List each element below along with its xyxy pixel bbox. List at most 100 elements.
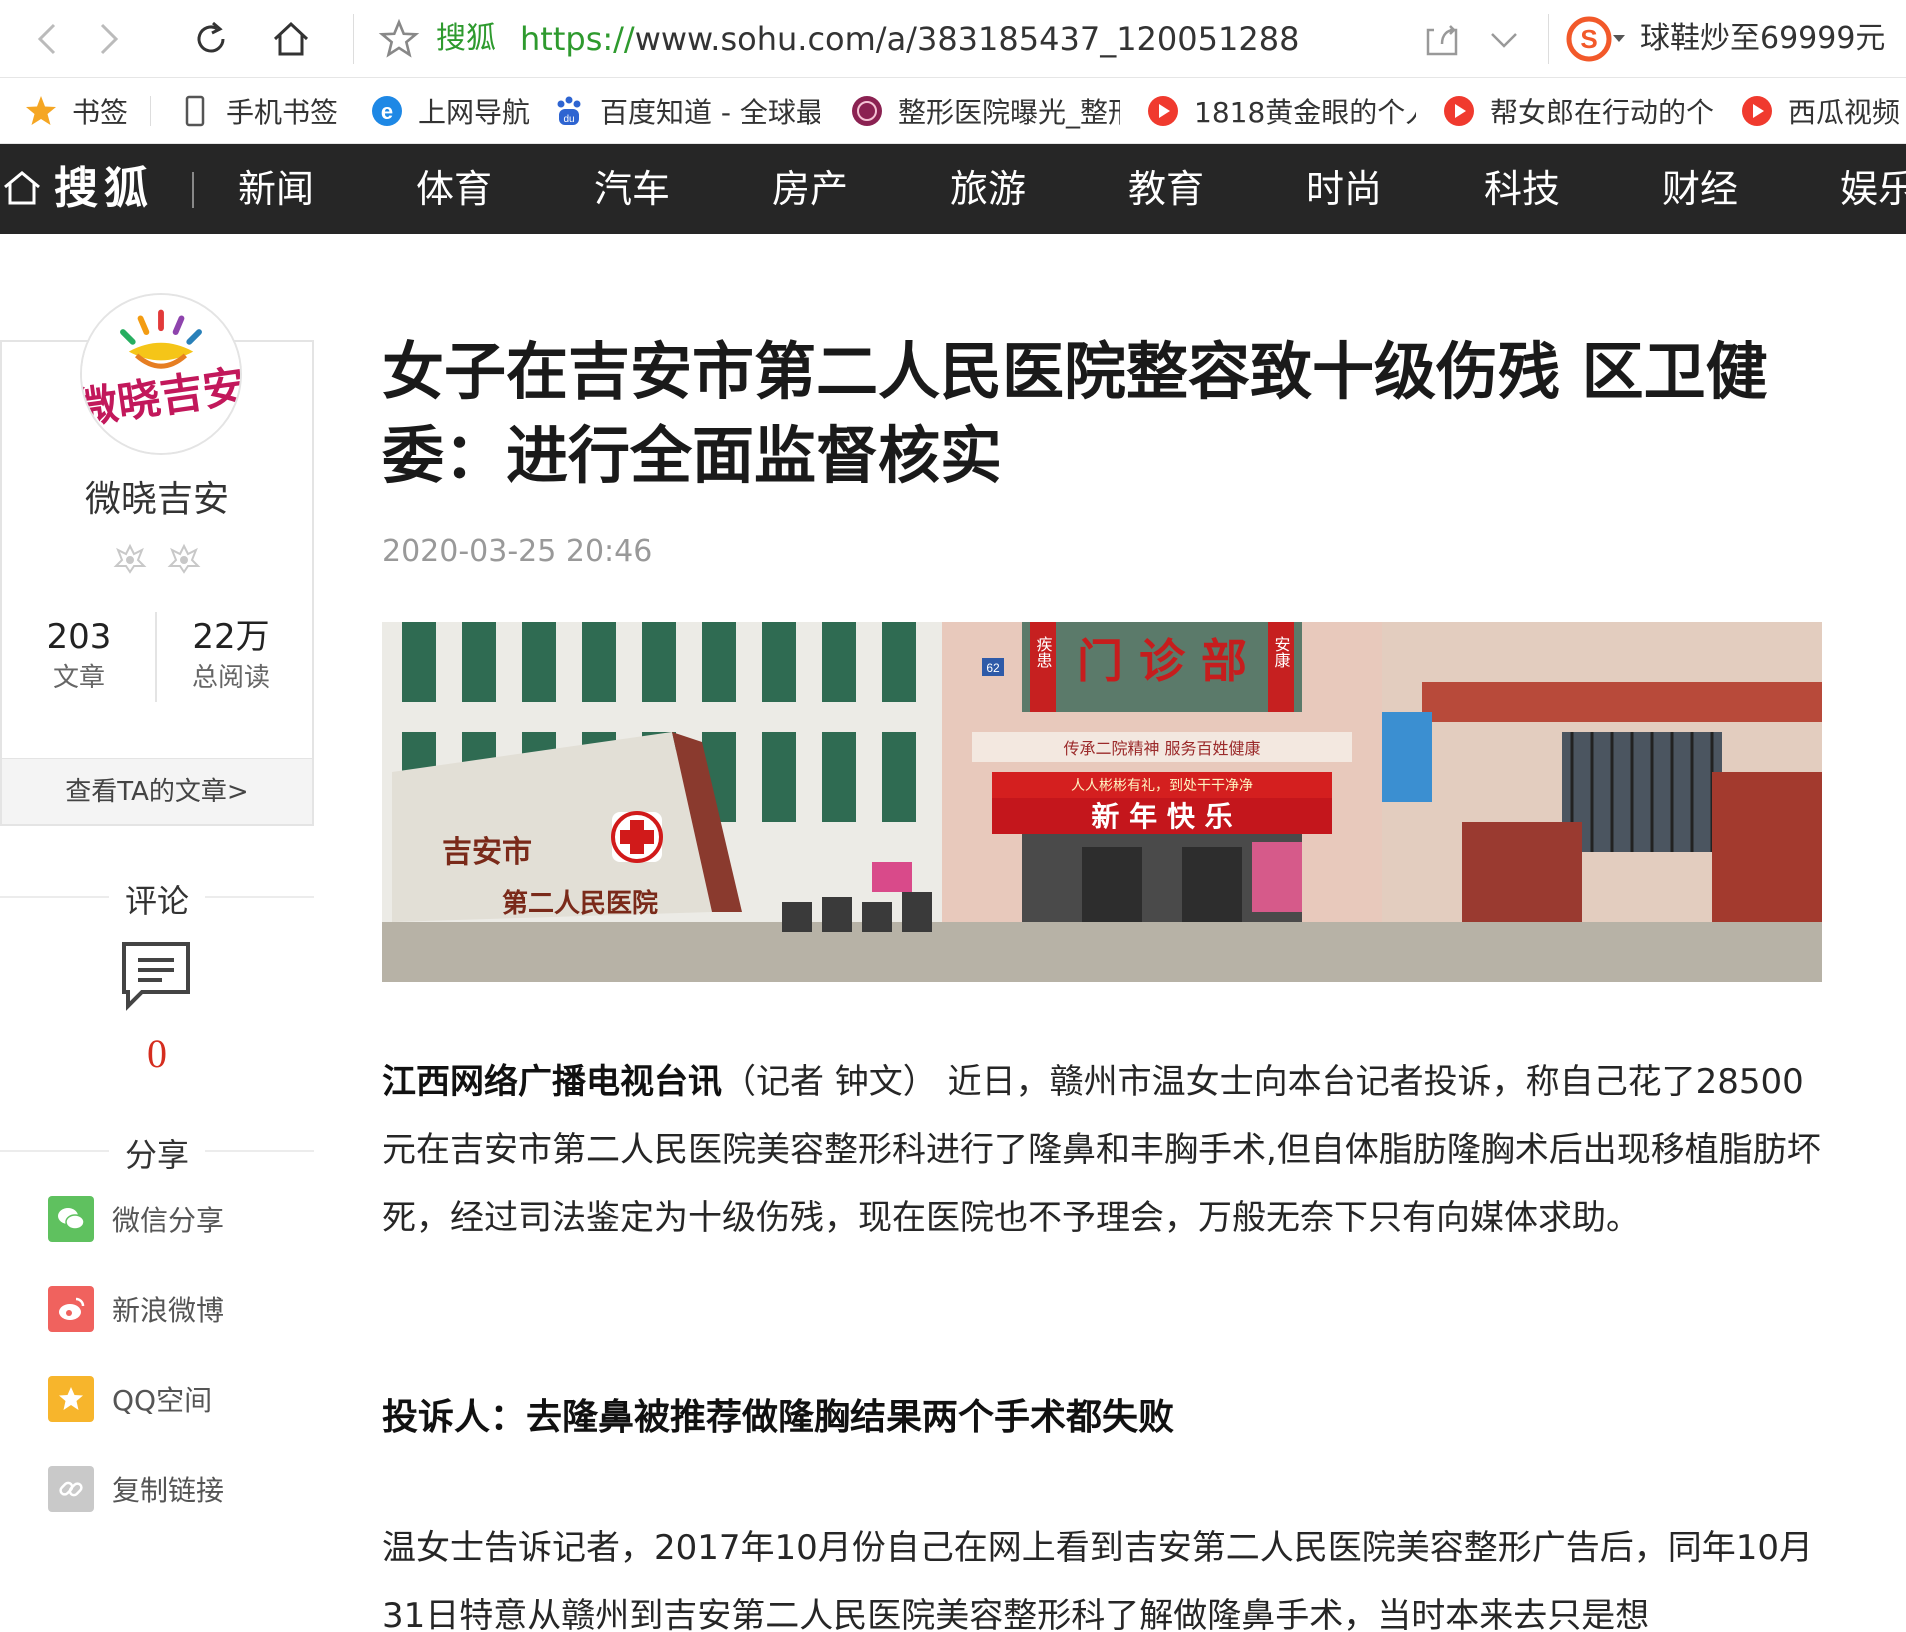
comment-icon[interactable]: [120, 940, 192, 1012]
share-wechat-button[interactable]: 微信分享: [48, 1195, 224, 1243]
photo-gate-text: 第二人民医院: [502, 888, 658, 919]
avatar[interactable]: 微晓吉安: [80, 293, 242, 455]
bookmark-item[interactable]: 1818黄金眼的个人: [1146, 90, 1416, 132]
photo-gate-text: 吉安市: [442, 835, 532, 870]
forward-button[interactable]: [80, 12, 134, 66]
nav-item-education[interactable]: 教育: [1128, 162, 1204, 216]
publish-time: 2020-03-25 20:46: [382, 534, 653, 569]
caret-down-icon[interactable]: [1612, 34, 1626, 44]
comment-title: 评论: [108, 882, 205, 920]
share-title: 分享: [108, 1136, 205, 1174]
video-play-icon: [1742, 96, 1772, 126]
copy-link-button[interactable]: 复制链接: [48, 1465, 224, 1513]
chevron-left-icon: [37, 23, 56, 55]
baidu-paw-icon: du: [557, 96, 581, 125]
bookmark-label: 书签: [72, 96, 129, 129]
share-qzone-button[interactable]: QQ空间: [48, 1375, 212, 1423]
article-subheading: 投诉人：去隆鼻被推荐做隆胸结果两个手术都失败: [382, 1397, 1175, 1438]
divider: [192, 172, 194, 208]
photo-sign-right: 安康: [1272, 636, 1291, 668]
bookmark-label: 百度知道 - 全球最: [600, 96, 820, 129]
paragraph-lead: 江西网络广播电视台讯: [382, 1062, 722, 1102]
articles-label: 文章: [52, 663, 105, 693]
home-icon: [273, 21, 309, 56]
hot-search-text[interactable]: 球鞋炒至69999元: [1640, 18, 1885, 60]
bookmark-label: 1818黄金眼的个人: [1194, 96, 1416, 129]
bookmark-label: 西瓜视频: [1788, 96, 1901, 129]
bookmark-label: 上网导航: [418, 96, 531, 129]
bookmark-item[interactable]: du 百度知道 - 全球最: [552, 90, 820, 132]
share-label: QQ空间: [112, 1384, 213, 1417]
article-paragraph-2: 温女士告诉记者，2017年10月份自己在网上看到吉安第二人民医院美容整形广告后，…: [382, 1528, 1814, 1632]
reads-label: 总阅读: [191, 663, 270, 693]
nav-item-travel[interactable]: 旅游: [950, 162, 1026, 216]
photo-motto: 传承二院精神 服务百姓健康: [1063, 739, 1260, 758]
author-badges: [112, 540, 202, 576]
bookmark-label: 帮女郎在行动的个人: [1490, 96, 1714, 129]
star-icon: [26, 96, 56, 125]
back-button[interactable]: [22, 12, 76, 66]
reload-button[interactable]: [184, 12, 238, 66]
bookmark-item[interactable]: 手机书签: [178, 90, 338, 132]
article-photo: 门 诊 部 疾患 安康 传承二院精神 服务百姓健康 人人彬彬有礼，到处干干净净 …: [382, 622, 1822, 982]
stat-reads: 22万 总阅读: [156, 614, 306, 696]
bookmark-label: 整形医院曝光_整形: [898, 96, 1120, 129]
bookmarks-bar: 书签 手机书签 e 上网导航 du 百度知道 - 全球最 整形医院曝光_整形 1…: [0, 78, 1906, 144]
nav-item-entertainment[interactable]: 娱乐: [1840, 162, 1906, 216]
photo-sign-text: 门 诊 部: [1077, 634, 1247, 688]
browser-address-bar: 搜狐 https://www.sohu.com/a/383185437_1200…: [0, 0, 1906, 78]
site-logo-icon: [852, 96, 882, 126]
divider: [150, 96, 151, 126]
home-icon[interactable]: [2, 168, 42, 208]
share-weibo-button[interactable]: 新浪微博: [48, 1285, 224, 1333]
nav-item-finance[interactable]: 财经: [1662, 162, 1738, 216]
articles-count: 203: [46, 617, 112, 657]
share-label: 复制链接: [112, 1474, 225, 1507]
share-label: 微信分享: [112, 1204, 225, 1237]
weibo-icon: [48, 1286, 94, 1332]
divider: [353, 14, 354, 64]
home-button[interactable]: [264, 12, 318, 66]
share-label: 新浪微博: [112, 1294, 225, 1327]
bookmark-item[interactable]: e 上网导航: [370, 90, 530, 132]
site-name-label: 搜狐: [436, 21, 496, 56]
wechat-icon: [48, 1196, 94, 1242]
badge-icon: [167, 543, 201, 574]
video-play-icon: [1444, 96, 1474, 126]
url-path: www.sohu.com/a/383185437_120051288: [634, 20, 1300, 58]
bookmark-item[interactable]: 书签: [24, 90, 128, 132]
reads-count: 22万: [192, 617, 270, 657]
hospital-building-photo: 门 诊 部 疾患 安康 传承二院精神 服务百姓健康 人人彬彬有礼，到处干干净净 …: [382, 622, 1822, 982]
author-name[interactable]: 微晓吉安: [0, 470, 314, 522]
nav-item-sports[interactable]: 体育: [416, 162, 492, 216]
ie-icon: e: [372, 96, 402, 126]
link-icon: [48, 1466, 94, 1512]
nav-item-auto[interactable]: 汽车: [594, 162, 670, 216]
comment-count[interactable]: 0: [0, 1030, 314, 1077]
bookmark-label: 手机书签: [226, 96, 339, 129]
chevron-right-icon: [100, 23, 119, 55]
nav-item-fashion[interactable]: 时尚: [1306, 162, 1382, 216]
author-logo-image: 微晓吉安: [82, 295, 240, 453]
bookmark-item[interactable]: 整形医院曝光_整形: [850, 90, 1120, 132]
sohu-logo[interactable]: 搜狐: [54, 162, 154, 216]
article-paragraph-1: 江西网络广播电视台讯（记者 钟文） 近日，赣州市温女士向本台记者投诉，称自己花了…: [382, 1048, 1822, 1252]
share-page-icon[interactable]: [1422, 20, 1462, 60]
nav-item-news[interactable]: 新闻: [238, 162, 314, 216]
qzone-star-icon: [48, 1376, 94, 1422]
nav-item-house[interactable]: 房产: [772, 162, 848, 216]
sogou-search-icon[interactable]: S: [1566, 16, 1612, 62]
url-protocol: https://: [520, 20, 635, 58]
svg-text:e: e: [381, 99, 393, 124]
badge-icon: [113, 543, 147, 574]
nav-item-tech[interactable]: 科技: [1484, 162, 1560, 216]
url-field[interactable]: https://www.sohu.com/a/383185437_1200512…: [520, 18, 1299, 60]
bookmark-star-icon[interactable]: [378, 18, 420, 60]
video-play-icon: [1148, 96, 1178, 126]
view-author-articles-link[interactable]: 查看TA的文章>: [2, 758, 312, 824]
channel-nav: 搜狐 新闻 体育 汽车 房产 旅游 教育 时尚 科技 财经 娱乐: [0, 144, 1906, 234]
photo-door-number: 62: [986, 661, 1000, 675]
bookmark-item[interactable]: 西瓜视频: [1740, 90, 1906, 132]
bookmark-item[interactable]: 帮女郎在行动的个人: [1442, 90, 1714, 132]
chevron-down-icon[interactable]: [1484, 20, 1524, 60]
